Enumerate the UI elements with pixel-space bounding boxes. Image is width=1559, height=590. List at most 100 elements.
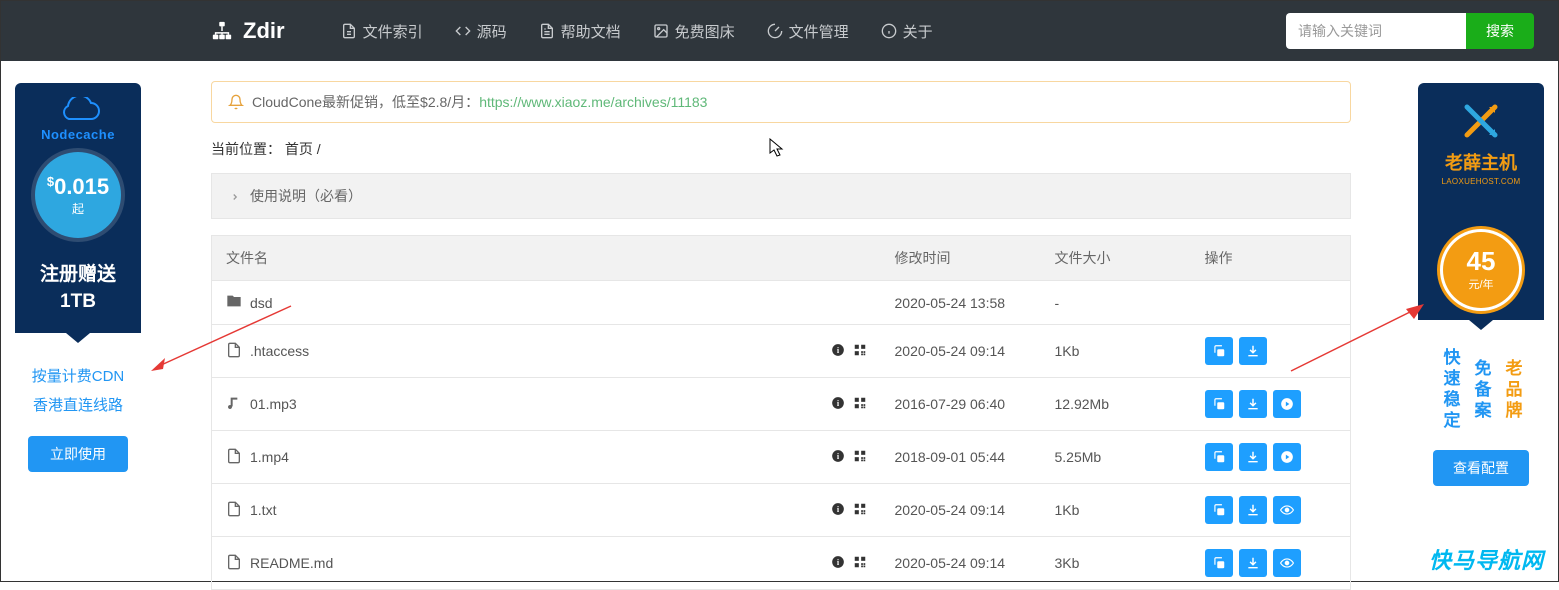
copy-button[interactable] (1205, 549, 1233, 577)
ad-left-price: 0.015 (54, 174, 109, 199)
file-table: 文件名 修改时间 文件大小 操作 dsd2020-05-24 13:58-.ht… (211, 235, 1351, 590)
ad-right-unit: 元/年 (1468, 276, 1493, 292)
nav-items: 文件索引 源码 帮助文档 免费图床 文件管理 关于 (325, 1, 1286, 61)
file-link[interactable]: 1.txt (250, 502, 276, 518)
bell-icon (228, 94, 244, 110)
download-button[interactable] (1239, 443, 1267, 471)
info-icon[interactable]: i (831, 449, 845, 466)
ad-left-promo: 注册赠送 1TB (15, 248, 141, 333)
gauge-icon (767, 23, 783, 39)
nav-item-about[interactable]: 关于 (865, 1, 949, 61)
download-button[interactable] (1239, 390, 1267, 418)
nav-item-file-manage[interactable]: 文件管理 (751, 1, 865, 61)
table-row: 1.txti2020-05-24 09:141Kb (212, 484, 1351, 537)
ad-right-price-circle: 45 元/年 (1443, 232, 1519, 308)
ad-left-button[interactable]: 立即使用 (28, 436, 128, 472)
nav-item-docs[interactable]: 帮助文档 (523, 1, 637, 61)
col-header-name: 文件名 (212, 236, 781, 281)
notice-banner: CloudCone最新促销，低至$2.8/月： https://www.xiao… (211, 81, 1351, 123)
view-button[interactable] (1273, 496, 1301, 524)
ad-right-promo: 45 元/年 (1418, 202, 1544, 320)
nav-label: 文件索引 (363, 21, 423, 42)
cross-arrows-icon (1461, 101, 1501, 141)
info-icon[interactable]: i (831, 343, 845, 360)
file-mtime: 2020-05-24 09:14 (881, 484, 1041, 537)
col-header-info (781, 236, 881, 281)
nav-label: 关于 (903, 21, 933, 42)
play-button[interactable] (1273, 390, 1301, 418)
copy-button[interactable] (1205, 443, 1233, 471)
ad-left[interactable]: Nodecache $0.015 起 注册赠送 1TB 按量计费CDN 香港直连… (15, 83, 141, 472)
file-link[interactable]: dsd (250, 295, 273, 311)
sitemap-icon (211, 20, 233, 42)
file-mtime: 2016-07-29 06:40 (881, 378, 1041, 431)
ad-left-line1: 注册赠送 (15, 262, 141, 289)
col-header-action: 操作 (1191, 236, 1351, 281)
table-row: 01.mp3i2016-07-29 06:4012.92Mb (212, 378, 1351, 431)
table-row: 1.mp4 i 2018-09-01 05:445.25Mb (212, 431, 1351, 484)
file-actions (1191, 325, 1351, 378)
brand-text: Zdir (243, 18, 285, 44)
copy-button[interactable] (1205, 390, 1233, 418)
file-link[interactable]: README.md (250, 555, 333, 571)
copy-button[interactable] (1205, 337, 1233, 365)
col-header-mtime: 修改时间 (881, 236, 1041, 281)
search-box: 搜索 (1286, 13, 1534, 49)
download-button[interactable] (1239, 337, 1267, 365)
info-icon[interactable]: i (831, 502, 845, 519)
help-panel[interactable]: 使用说明（必看） (211, 173, 1351, 219)
file-link[interactable]: .htaccess (250, 343, 309, 359)
file-actions (1191, 281, 1351, 325)
notice-text: CloudCone最新促销，低至$2.8/月： (252, 92, 479, 112)
qrcode-icon[interactable] (853, 449, 867, 466)
help-panel-text: 使用说明（必看） (250, 188, 362, 204)
file-size: 5.25Mb (1041, 431, 1191, 484)
file-type-icon (226, 293, 250, 312)
download-button[interactable] (1239, 496, 1267, 524)
qrcode-icon[interactable] (853, 396, 867, 413)
brand[interactable]: Zdir (211, 18, 285, 44)
file-actions (1191, 484, 1351, 537)
ad-left-currency: $ (47, 174, 54, 189)
ad-right-button[interactable]: 查看配置 (1433, 450, 1529, 486)
file-type-icon (226, 395, 250, 414)
info-icon[interactable]: i (831, 396, 845, 413)
file-type-icon (226, 342, 250, 361)
play-button[interactable] (1273, 443, 1301, 471)
copy-button[interactable] (1205, 496, 1233, 524)
file-actions (1191, 431, 1351, 484)
ad-left-suffix: 起 (72, 200, 84, 217)
file-link[interactable]: 01.mp3 (250, 396, 297, 412)
file-type-icon (226, 448, 250, 467)
qrcode-icon[interactable] (853, 343, 867, 360)
nav-label: 免费图床 (675, 21, 735, 42)
ad-right-brand: 老薛主机 (1418, 149, 1544, 175)
search-input[interactable] (1286, 13, 1466, 49)
nav-item-source[interactable]: 源码 (439, 1, 523, 61)
search-button[interactable]: 搜索 (1466, 13, 1534, 49)
breadcrumb-home[interactable]: 首页 (285, 141, 313, 157)
footer-watermark: 快马导航网 (1429, 543, 1544, 575)
ad-right-col2: 免备案 (1469, 348, 1494, 432)
qrcode-icon[interactable] (853, 502, 867, 519)
breadcrumb-sep: / (313, 141, 321, 157)
nav-item-file-index[interactable]: 文件索引 (325, 1, 439, 61)
nav-label: 帮助文档 (561, 21, 621, 42)
ad-right[interactable]: 老薛主机 LAOXUEHOST.COM 45 元/年 快速稳定 免备案 老品牌 … (1418, 83, 1544, 486)
qrcode-icon[interactable] (853, 555, 867, 572)
breadcrumb: 当前位置： 首页 / (211, 139, 1351, 159)
download-button[interactable] (1239, 549, 1267, 577)
ad-right-subtitle: LAOXUEHOST.COM (1418, 177, 1544, 186)
ad-right-description: 快速稳定 免备案 老品牌 (1418, 348, 1544, 432)
chevron-right-icon (230, 192, 240, 202)
file-icon (341, 23, 357, 39)
view-button[interactable] (1273, 549, 1301, 577)
info-icon[interactable]: i (831, 555, 845, 572)
ad-left-text1: 按量计费CDN (15, 363, 141, 392)
file-link[interactable]: 1.mp4 (250, 449, 289, 465)
notice-link[interactable]: https://www.xiaoz.me/archives/11183 (479, 94, 707, 110)
ad-right-header: 老薛主机 LAOXUEHOST.COM (1418, 83, 1544, 202)
file-mtime: 2018-09-01 05:44 (881, 431, 1041, 484)
nav-item-image-host[interactable]: 免费图床 (637, 1, 751, 61)
ad-left-description: 按量计费CDN 香港直连线路 (15, 363, 141, 420)
